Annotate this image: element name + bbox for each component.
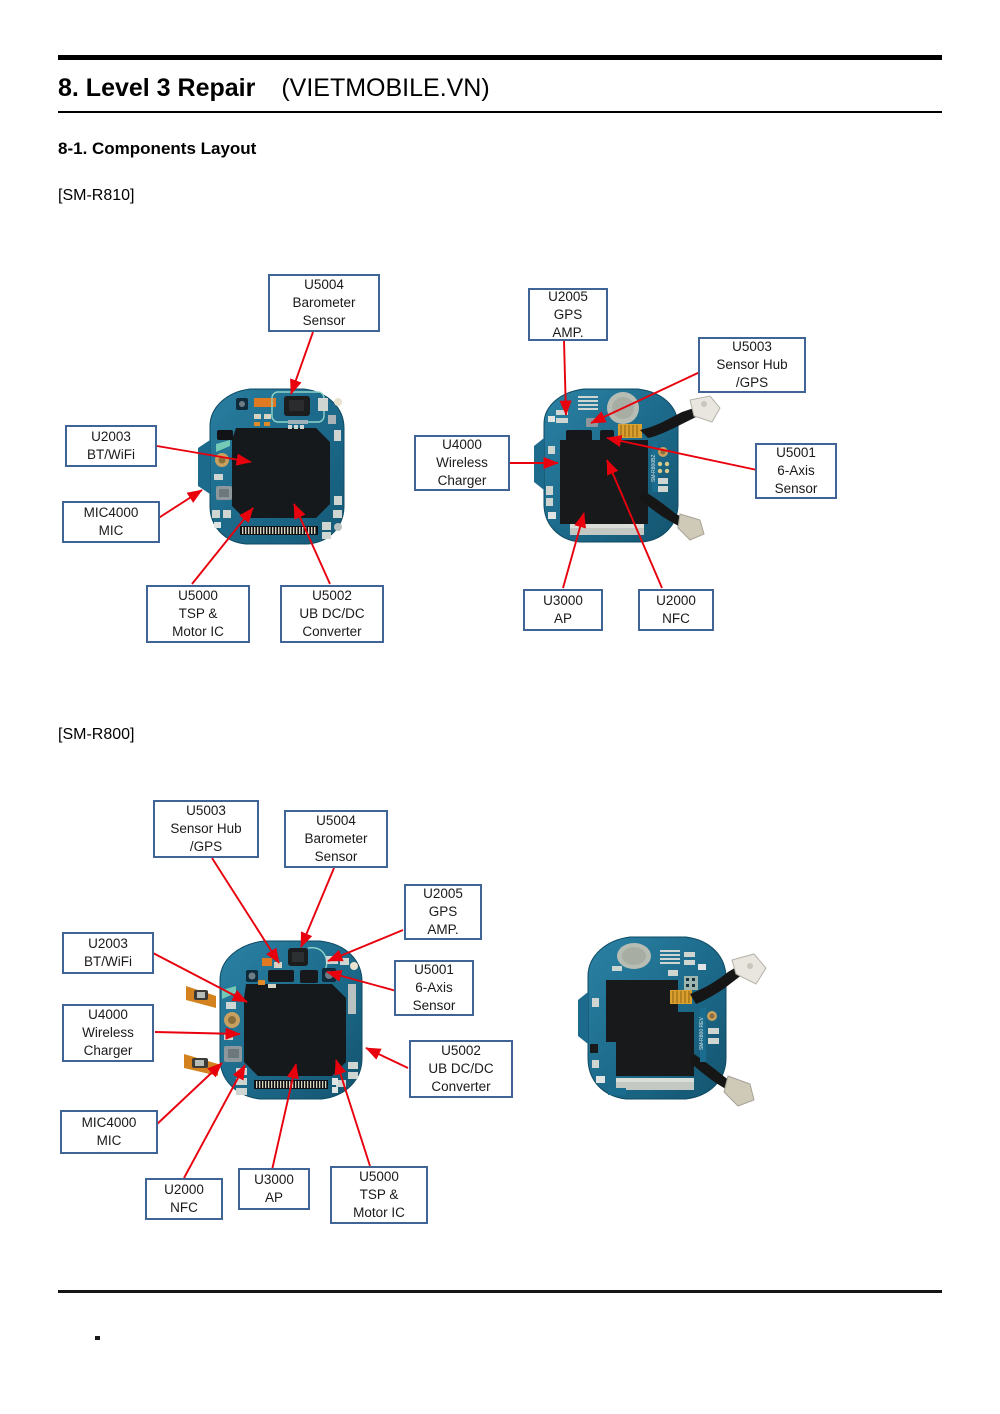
callout-line: UB DC/DC — [428, 1061, 494, 1076]
page-header: 8. Level 3 Repair (VIETMOBILE.VN) — [58, 66, 942, 110]
callout-line: MIC — [96, 1133, 122, 1148]
callout-line: Charger — [437, 473, 487, 488]
callout-line: U5002 — [441, 1043, 481, 1058]
callout-line: 6-Axis — [415, 980, 453, 995]
callout-line: Sensor Hub — [170, 821, 242, 836]
callout-line: Converter — [431, 1079, 491, 1094]
callout-r810-back-u2000[interactable]: U2000 NFC — [638, 589, 714, 631]
header-rule-bottom — [58, 111, 942, 113]
callout-line: GPS — [553, 306, 583, 322]
callout-r800-front-u2005[interactable]: U2005 GPS AMP. — [404, 884, 482, 940]
callout-r810-front-u5004[interactable]: U5004 Barometer Sensor — [268, 274, 380, 332]
svg-text:SM-R800 REV: SM-R800 REV — [699, 1017, 705, 1050]
callout-line: Sensor — [774, 481, 818, 496]
callout-line: U2003 — [91, 429, 131, 444]
svg-text:SM-R800BZ: SM-R800BZ — [651, 454, 657, 482]
callout-r800-front-u5001[interactable]: U5001 6-Axis Sensor — [394, 960, 474, 1016]
callout-r800-front-u5003[interactable]: U5003 Sensor Hub /GPS — [153, 800, 259, 858]
callout-line: Sensor — [412, 998, 456, 1013]
callout-r800-front-u5000[interactable]: U5000 TSP & Motor IC — [330, 1166, 428, 1224]
callout-line: GPS — [428, 904, 458, 919]
callout-line: MIC4000 — [81, 1115, 137, 1130]
callout-line: MIC4000 — [83, 505, 139, 520]
callout-r810-front-u2003[interactable]: U2003 BT/WiFi — [65, 425, 157, 467]
callout-r810-back-u4000[interactable]: U4000 Wireless Charger — [414, 435, 510, 491]
pcb-photo-r800-front — [180, 928, 390, 1118]
callout-line: NFC — [662, 611, 690, 626]
pcb-photo-r810-front — [192, 382, 360, 550]
callout-line: Motor IC — [353, 1205, 405, 1220]
callout-r800-front-u2003[interactable]: U2003 BT/WiFi — [62, 932, 154, 974]
section-title: 8-1. Components Layout — [58, 139, 257, 158]
callout-line: AP — [264, 1190, 283, 1205]
callout-r810-back-u3000[interactable]: U3000 AP — [523, 589, 603, 631]
callout-line: U3000 — [254, 1172, 294, 1187]
pcb-photo-r810-back: SM-R800BZ — [530, 382, 730, 557]
callout-line: /GPS — [189, 839, 223, 854]
callout-line: U5001 — [414, 962, 454, 977]
callout-line: Wireless — [436, 455, 488, 470]
callout-line: 6-Axis — [777, 463, 815, 478]
callout-line: U4000 — [88, 1007, 128, 1022]
callout-line: U5004 — [316, 813, 356, 828]
callout-line: U5003 — [732, 339, 772, 354]
callout-r800-front-u4000[interactable]: U4000 Wireless Charger — [62, 1004, 154, 1062]
callout-r810-front-mic4000[interactable]: MIC4000 MIC — [62, 501, 160, 543]
callout-r810-front-u5002[interactable]: U5002 UB DC/DC Converter — [280, 585, 384, 643]
callout-line: Sensor Hub — [716, 357, 788, 372]
callout-line: TSP & — [178, 606, 218, 621]
model-label-r800: [SM-R800] — [58, 726, 135, 743]
callout-line: U4000 — [442, 437, 482, 452]
callout-r800-front-u3000[interactable]: U3000 AP — [238, 1168, 310, 1210]
callout-line: U2003 — [88, 936, 128, 951]
callout-line: U2000 — [164, 1182, 204, 1197]
callout-line: U5002 — [312, 588, 352, 603]
pcb-photo-r800-back: SM-R800 REV — [572, 928, 772, 1118]
callout-line: AP — [553, 611, 572, 626]
callout-line: TSP & — [359, 1187, 399, 1202]
callout-line: U5001 — [776, 445, 816, 460]
callout-line: Barometer — [292, 295, 356, 310]
callout-line: NFC — [170, 1200, 198, 1215]
callout-line: Motor IC — [172, 624, 224, 639]
callout-line: U3000 — [543, 593, 583, 608]
callout-r810-back-u5001[interactable]: U5001 6-Axis Sensor — [755, 443, 837, 499]
callout-line: Sensor — [302, 313, 346, 328]
callout-line: U2005 — [548, 288, 588, 304]
footer-mark — [95, 1336, 100, 1340]
callout-r800-front-u5004[interactable]: U5004 Barometer Sensor — [284, 810, 388, 868]
callout-r810-front-u5000[interactable]: U5000 TSP & Motor IC — [146, 585, 250, 643]
callout-r800-front-u2000[interactable]: U2000 NFC — [145, 1178, 223, 1220]
callout-line: Wireless — [82, 1025, 134, 1040]
callout-r810-back-u2005[interactable]: U2005 GPS AMP. — [528, 288, 608, 341]
callout-line: UB DC/DC — [299, 606, 365, 621]
callout-line: Charger — [83, 1043, 133, 1058]
callout-line: BT/WiFi — [84, 954, 132, 969]
callout-line: U5000 — [178, 588, 218, 603]
header-rule-top — [58, 55, 942, 60]
callout-r810-back-u5003[interactable]: U5003 Sensor Hub /GPS — [698, 337, 806, 393]
chapter-title: 8. Level 3 Repair — [58, 73, 256, 102]
callout-line: /GPS — [735, 375, 769, 390]
model-label-r810: [SM-R810] — [58, 187, 135, 204]
callout-line: Barometer — [304, 831, 368, 846]
callout-line: Sensor — [314, 849, 358, 864]
callout-line: AMP. — [552, 324, 584, 340]
footer-rule — [58, 1290, 942, 1293]
callout-line: U2005 — [423, 886, 463, 901]
callout-line: BT/WiFi — [87, 447, 135, 462]
callout-r800-front-u5002[interactable]: U5002 UB DC/DC Converter — [409, 1040, 513, 1098]
site-watermark: (VIETMOBILE.VN) — [281, 73, 490, 102]
callout-line: U2000 — [656, 593, 696, 608]
document-page: 8. Level 3 Repair (VIETMOBILE.VN) 8-1. C… — [0, 0, 1000, 1414]
callout-line: AMP. — [427, 922, 459, 937]
callout-line: MIC — [98, 523, 124, 538]
callout-line: U5004 — [304, 277, 344, 292]
callout-r800-front-mic4000[interactable]: MIC4000 MIC — [60, 1110, 158, 1154]
callout-line: U5003 — [186, 803, 226, 818]
callout-line: Converter — [302, 624, 362, 639]
callout-line: U5000 — [359, 1169, 399, 1184]
